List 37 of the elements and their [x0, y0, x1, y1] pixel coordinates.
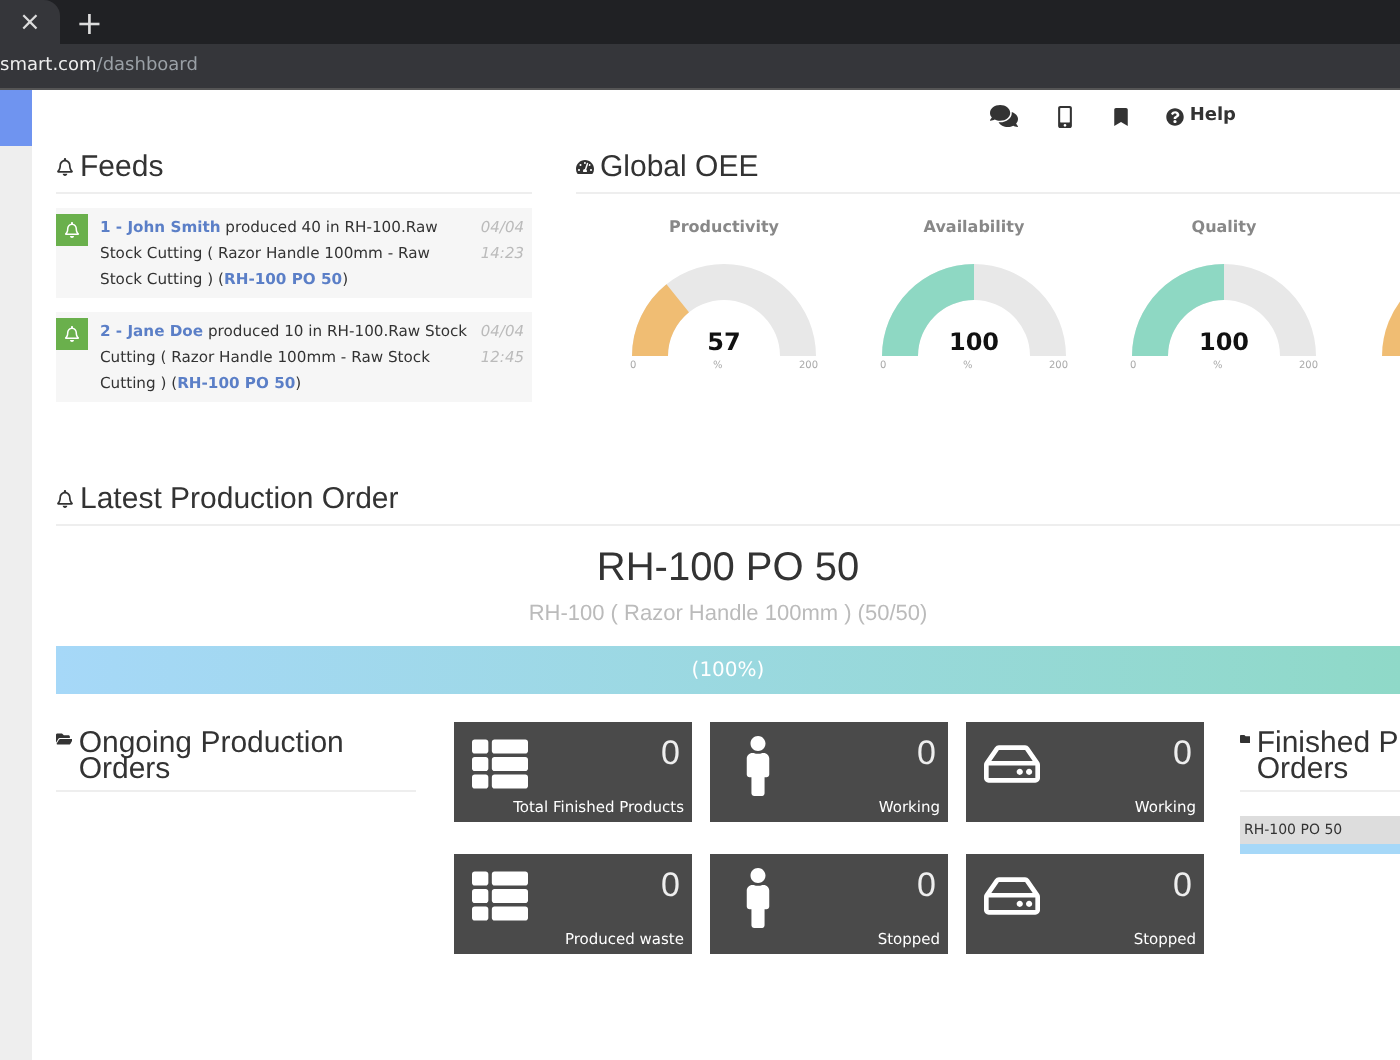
gauge-label: Productivity [668, 218, 780, 236]
section-title: Feeds [80, 150, 164, 184]
stat-value: 0 [917, 734, 936, 774]
gauge-label: Quality [1191, 218, 1257, 236]
stat-value: 0 [1173, 734, 1192, 774]
gauge-icon [576, 158, 594, 176]
list-icon [472, 736, 528, 792]
gauge-value: 100 [1196, 328, 1252, 356]
close-tab-button[interactable]: × [19, 7, 41, 37]
bookmark-icon[interactable] [1111, 107, 1130, 125]
gauge-value: 57 [705, 328, 743, 356]
bell-icon [56, 158, 74, 176]
bell-icon [56, 490, 74, 508]
address-bar[interactable]: smart.com/dashboard [0, 56, 198, 76]
section-title: Latest Production Order [80, 482, 399, 516]
stat-value: 0 [1173, 866, 1192, 906]
browser-tab[interactable]: × [0, 0, 60, 44]
new-tab-button[interactable]: + [76, 3, 103, 41]
progress-percent: (100%) [691, 659, 765, 681]
stat-value: 0 [661, 866, 680, 906]
stat-value: 0 [917, 866, 936, 906]
sidebar-highlight [0, 90, 32, 146]
section-title: Ongoing Production Orders [78, 730, 346, 782]
stat-value: 0 [661, 734, 680, 774]
help-link[interactable]: Help [1165, 106, 1236, 126]
folder-icon [1240, 730, 1251, 748]
mobile-icon[interactable] [1053, 105, 1076, 127]
section-title: Global OEE [600, 150, 759, 184]
gauge-value: 100 [946, 328, 1002, 356]
order-detail: RH-100 ( Razor Handle 100mm ) (50/50) [526, 602, 930, 626]
gauge-label: Availability [923, 218, 1025, 236]
list-icon [472, 868, 528, 924]
chat-icon[interactable] [989, 102, 1018, 130]
help-icon [1165, 107, 1184, 125]
folder-icon [56, 730, 73, 748]
order-name: RH-100 PO 50 [594, 546, 862, 592]
section-title: Finished P Orders [1256, 730, 1400, 782]
